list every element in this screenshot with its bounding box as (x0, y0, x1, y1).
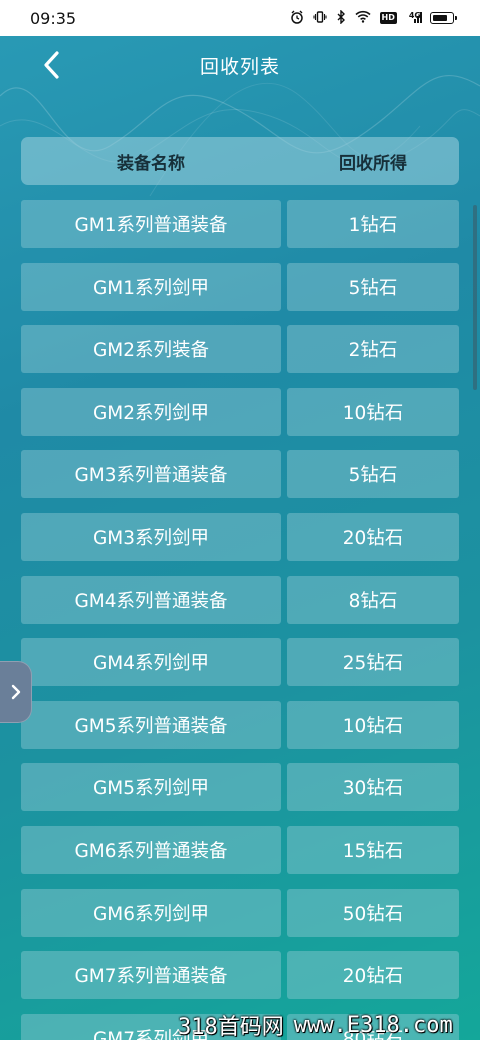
reward-cell: 5钻石 (287, 450, 459, 498)
reward-cell: 1钻石 (287, 200, 459, 248)
equipment-name-cell: GM2系列剑甲 (21, 388, 281, 436)
reward-cell: 25钻石 (287, 638, 459, 686)
hd-badge: HD (379, 12, 397, 24)
table-row: GM5系列普通装备 10钻石 (21, 701, 459, 749)
battery-icon (430, 12, 457, 24)
column-header-name: 装备名称 (117, 153, 185, 174)
reward-cell: 2钻石 (287, 325, 459, 373)
table-row: GM3系列普通装备 5钻石 (21, 450, 459, 498)
table-row: GM1系列剑甲 5钻石 (21, 263, 459, 311)
equipment-name-cell: GM1系列普通装备 (21, 200, 281, 248)
reward-cell: 30钻石 (287, 763, 459, 811)
equipment-name-cell: GM6系列普通装备 (21, 826, 281, 874)
equipment-name-cell: GM1系列剑甲 (21, 263, 281, 311)
table-row: GM6系列普通装备 15钻石 (21, 826, 459, 874)
equipment-name-cell: GM5系列普通装备 (21, 701, 281, 749)
equipment-name-cell: GM4系列普通装备 (21, 576, 281, 624)
table-row: GM7系列普通装备 20钻石 (21, 951, 459, 999)
reward-cell: 8钻石 (287, 576, 459, 624)
reward-cell: 20钻石 (287, 513, 459, 561)
status-icons: HD 4G (290, 8, 457, 27)
reward-cell: 15钻石 (287, 826, 459, 874)
table-row: GM2系列剑甲 10钻石 (21, 388, 459, 436)
status-bar: 09:35 HD 4G (0, 0, 480, 36)
equipment-name-cell: GM3系列剑甲 (21, 513, 281, 561)
network-type: 4G (408, 10, 421, 20)
reward-cell: 10钻石 (287, 701, 459, 749)
table-row: GM2系列装备 2钻石 (21, 325, 459, 373)
equipment-name-cell: GM4系列剑甲 (21, 638, 281, 686)
chevron-right-icon (11, 684, 20, 700)
status-time: 09:35 (30, 8, 77, 28)
table-row: GM4系列剑甲 25钻石 (21, 638, 459, 686)
table-row: GM6系列剑甲 50钻石 (21, 889, 459, 937)
vibrate-icon (312, 10, 327, 27)
equipment-name-cell: GM5系列剑甲 (21, 763, 281, 811)
reward-cell: 20钻石 (287, 951, 459, 999)
equipment-name-cell: GM6系列剑甲 (21, 889, 281, 937)
alarm-icon (290, 10, 304, 27)
column-header-reward: 回收所得 (339, 153, 407, 174)
equipment-name-cell: GM7系列普通装备 (21, 951, 281, 999)
table-row: GM3系列剑甲 20钻石 (21, 513, 459, 561)
scrollbar-thumb[interactable] (473, 205, 477, 390)
equipment-name-cell: GM3系列普通装备 (21, 450, 281, 498)
back-button[interactable] (36, 48, 66, 82)
table-row: GM1系列普通装备 1钻石 (21, 200, 459, 248)
reward-cell: 50钻石 (287, 889, 459, 937)
back-arrow-icon (44, 51, 59, 79)
table-header: 装备名称 回收所得 (21, 137, 459, 185)
table-row: GM4系列普通装备 8钻石 (21, 576, 459, 624)
wifi-icon (354, 10, 371, 26)
watermark: 318首码网 www.E318.com (178, 1010, 480, 1040)
page-title: 回收列表 (199, 55, 280, 78)
watermark-url: www.E318.com (293, 1012, 453, 1038)
side-expand-tab[interactable] (0, 661, 32, 723)
top-nav-bar: 回收列表 (0, 36, 480, 94)
table-row: GM5系列剑甲 30钻石 (21, 763, 459, 811)
equipment-name-cell: GM2系列装备 (21, 325, 281, 373)
bluetooth-icon (336, 8, 346, 27)
watermark-site-name: 318首码网 (178, 1015, 284, 1040)
reward-cell: 10钻石 (287, 388, 459, 436)
reward-cell: 5钻石 (287, 263, 459, 311)
